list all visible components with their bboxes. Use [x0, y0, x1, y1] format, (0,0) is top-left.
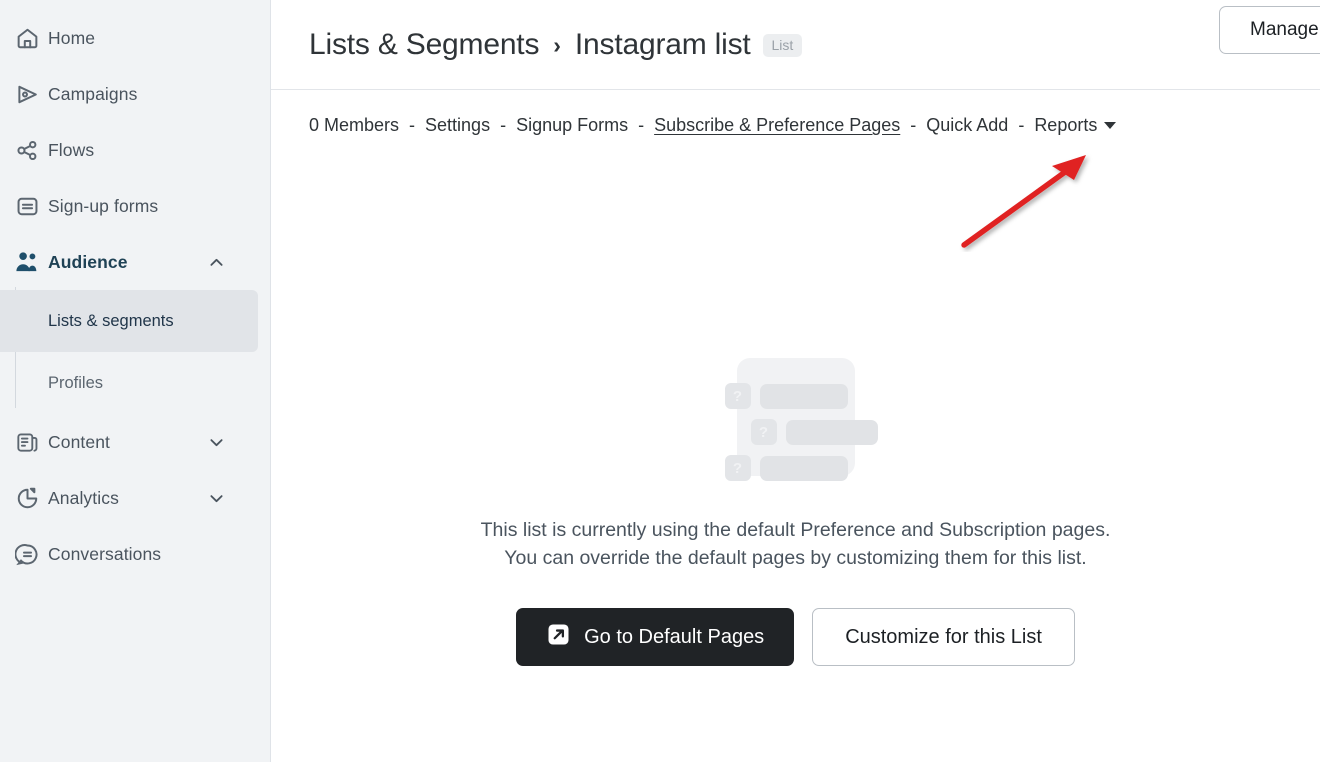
- sidebar: Home Campaigns Flows Sign-up forms Audie…: [0, 0, 271, 762]
- tab-separator: -: [638, 115, 645, 135]
- go-to-default-pages-button[interactable]: Go to Default Pages: [516, 608, 795, 666]
- conversations-icon: [6, 542, 48, 567]
- page-header: Lists & Segments › Instagram list List M…: [271, 0, 1320, 90]
- illustration-bar: [759, 455, 848, 481]
- tab-separator: -: [1018, 115, 1025, 135]
- page-title: Instagram list: [574, 27, 751, 61]
- tab-reports[interactable]: Reports: [1034, 115, 1117, 136]
- sidebar-item-profiles[interactable]: Profiles: [0, 352, 258, 414]
- audience-icon: [6, 249, 48, 275]
- chevron-down-icon[interactable]: [207, 489, 226, 508]
- customize-for-this-list-label: Customize for this List: [845, 625, 1042, 648]
- content-icon: [6, 430, 48, 455]
- empty-state: ? ? ? This list is currently using the d…: [271, 136, 1320, 666]
- tab-reports-label: Reports: [1034, 115, 1098, 135]
- illustration-row: ?: [724, 383, 848, 409]
- sidebar-item-label: Content: [48, 431, 110, 452]
- form-icon: [6, 194, 48, 219]
- sidebar-item-label: Analytics: [48, 487, 119, 508]
- illustration-bar: [759, 383, 848, 409]
- sidebar-subitem-label: Profiles: [48, 373, 104, 392]
- go-to-default-pages-label: Go to Default Pages: [584, 625, 765, 648]
- sidebar-item-content[interactable]: Content: [0, 414, 270, 470]
- tab-signup-forms[interactable]: Signup Forms: [516, 115, 628, 136]
- sidebar-item-label: Flows: [48, 139, 95, 160]
- question-mark-icon: ?: [724, 383, 751, 409]
- tab-separator: -: [409, 115, 416, 135]
- sidebar-item-label: Audience: [48, 251, 128, 272]
- app-root: Home Campaigns Flows Sign-up forms Audie…: [0, 0, 1320, 762]
- send-icon: [6, 82, 48, 107]
- illustration-row: ?: [750, 419, 878, 445]
- breadcrumb: Lists & Segments › Instagram list List: [309, 27, 803, 62]
- chevron-down-icon: [1104, 122, 1117, 129]
- sidebar-item-home[interactable]: Home: [0, 10, 270, 66]
- tab-members[interactable]: 0 Members: [309, 115, 399, 136]
- tab-separator: -: [500, 115, 507, 135]
- empty-state-description: This list is currently using the default…: [480, 519, 1111, 569]
- illustration-bar: [785, 419, 878, 445]
- sidebar-subitem-label: Lists & segments: [48, 311, 174, 330]
- external-link-icon: [546, 622, 571, 653]
- sidebar-item-flows[interactable]: Flows: [0, 122, 270, 178]
- audience-subnav: Lists & segments Profiles: [0, 287, 270, 414]
- sidebar-item-label: Campaigns: [48, 83, 138, 104]
- sidebar-item-signup-forms[interactable]: Sign-up forms: [0, 178, 270, 234]
- tab-settings[interactable]: Settings: [425, 115, 490, 136]
- sidebar-item-campaigns[interactable]: Campaigns: [0, 66, 270, 122]
- question-mark-icon: ?: [750, 419, 777, 445]
- customize-for-this-list-button[interactable]: Customize for this List: [812, 608, 1075, 666]
- sidebar-item-analytics[interactable]: Analytics: [0, 470, 270, 526]
- sidebar-item-lists-and-segments[interactable]: Lists & segments: [0, 290, 258, 352]
- manage-button[interactable]: Manage: [1219, 6, 1320, 54]
- placeholder-illustration: ? ? ?: [724, 358, 878, 481]
- sidebar-item-label: Home: [48, 27, 96, 48]
- breadcrumb-parent-link[interactable]: Lists & Segments: [309, 28, 539, 62]
- analytics-icon: [6, 486, 48, 511]
- sidebar-item-audience[interactable]: Audience: [0, 234, 270, 290]
- illustration-row: ?: [724, 455, 848, 481]
- breadcrumb-separator-icon: ›: [553, 31, 561, 58]
- home-icon: [6, 26, 48, 51]
- tab-quick-add[interactable]: Quick Add: [926, 115, 1008, 136]
- tab-separator: -: [910, 115, 917, 135]
- empty-state-actions: Go to Default Pages Customize for this L…: [516, 608, 1075, 666]
- question-mark-icon: ?: [724, 455, 751, 481]
- sidebar-item-label: Sign-up forms: [48, 195, 159, 216]
- chevron-down-icon[interactable]: [207, 433, 226, 452]
- sidebar-item-label: Conversations: [48, 543, 162, 564]
- manage-button-label: Manage: [1250, 19, 1319, 40]
- flows-icon: [6, 138, 48, 163]
- chevron-up-icon[interactable]: [207, 253, 226, 272]
- tab-subscribe-and-preference-pages[interactable]: Subscribe & Preference Pages: [654, 115, 900, 136]
- page-tabs: 0 Members - Settings - Signup Forms - Su…: [271, 90, 1320, 136]
- sidebar-item-conversations[interactable]: Conversations: [0, 526, 270, 582]
- main-content: Lists & Segments › Instagram list List M…: [271, 0, 1320, 762]
- status-badge: List: [762, 33, 803, 57]
